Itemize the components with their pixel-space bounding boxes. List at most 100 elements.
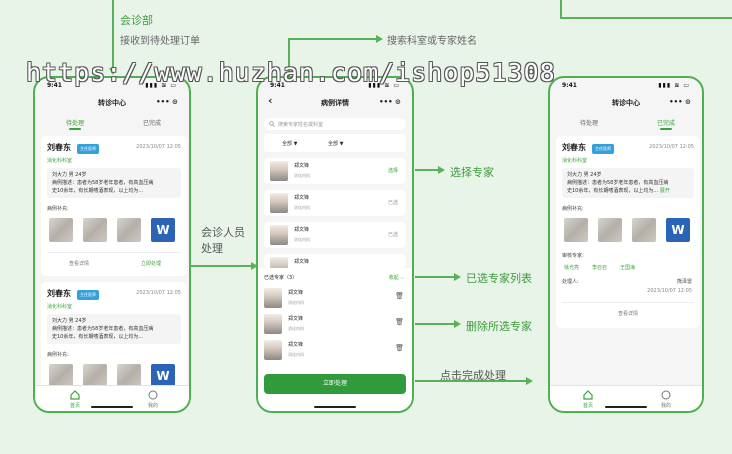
nav-home[interactable]: 首页: [568, 390, 608, 409]
collapse-toggle[interactable]: 收起 ⌵: [389, 274, 404, 281]
description-line: 史10余年，有长期嗜酒表现，以上均为...: [52, 188, 144, 194]
expert-row[interactable]: 郑文锋 消化内科 已选: [264, 222, 406, 248]
expert-name: 郑文锋: [288, 316, 304, 322]
doctor-name: 刘春东: [562, 143, 586, 152]
search-input[interactable]: 搜索专家姓名或科室: [264, 118, 406, 130]
expert-row[interactable]: 郑文锋: [264, 254, 406, 268]
connector-line: [560, 17, 732, 19]
description-line: 史10余年，有长期嗜酒表现，以上均为...: [52, 334, 144, 340]
expert-dept: 消化内科: [288, 300, 304, 305]
patient-info: 刘大力 男 24岁: [52, 172, 87, 178]
arrow-right-icon: [526, 377, 533, 385]
menu-capsule-icon[interactable]: ••• ⊙: [664, 96, 696, 108]
select-expert-button[interactable]: 选择: [388, 167, 398, 174]
case-image[interactable]: [632, 218, 656, 242]
tab-completed[interactable]: 已完成: [657, 118, 675, 127]
arrow-right-icon: [454, 273, 461, 281]
case-image[interactable]: [564, 218, 588, 242]
connector-line: [415, 323, 455, 325]
tab-pending[interactable]: 待处理: [580, 118, 598, 127]
bottom-nav: 首页 我的: [550, 385, 702, 411]
tab-bar: 待处理 已完成: [35, 114, 189, 132]
order-date: 2023/10/07 12:05: [136, 144, 181, 150]
patient-info: 刘大力 男 24岁: [567, 172, 602, 178]
divider: [562, 302, 694, 303]
signal-icon: ▮▮▮ ≋ ▭: [658, 82, 690, 89]
selected-status[interactable]: 已选: [388, 231, 398, 238]
phone-pending-list: 9:41 ▮▮▮ ≋ ▭ 转诊中心 ••• ⊙ 待处理 已完成 刘春东 主任医师…: [33, 76, 191, 413]
description-line: 病例描述：患者为58岁老年患者，有高血压病: [567, 180, 669, 186]
expert-dept: 消化内科: [288, 352, 304, 357]
expand-link[interactable]: 展开: [660, 188, 670, 194]
tab-pending[interactable]: 待处理: [66, 118, 84, 127]
filter-title[interactable]: 全部 ▼: [328, 140, 343, 147]
filter-bar: 全部 ▼ 全部 ▼: [264, 134, 406, 152]
home-icon: [583, 390, 593, 400]
expert-row[interactable]: 郑文锋 消化内科 已选: [264, 190, 406, 216]
case-image[interactable]: [83, 218, 107, 242]
home-icon: [70, 390, 80, 400]
selected-title: 已选专家（3）: [264, 275, 298, 281]
order-card[interactable]: 刘春东 主任医师 2023/10/07 12:05 消化科科室 刘大力 男 24…: [41, 282, 187, 392]
case-image[interactable]: [598, 218, 622, 242]
nav-mine-label: 我的: [660, 403, 671, 409]
doctor-name: 刘春东: [47, 143, 71, 152]
menu-capsule-icon[interactable]: ••• ⊙: [374, 96, 406, 108]
expert-name: 郑文锋: [288, 342, 304, 348]
annotation-selected-list: 已选专家列表: [466, 272, 532, 285]
home-indicator: [314, 406, 356, 408]
order-card[interactable]: 刘春东 主任医师 2023/10/07 12:05 消化科科室 刘大力 男 24…: [556, 136, 700, 328]
nav-home-label: 首页: [69, 403, 80, 409]
expert-avatar: [264, 288, 282, 308]
filter-department[interactable]: 全部 ▼: [282, 140, 297, 147]
case-image[interactable]: [49, 218, 73, 242]
home-indicator: [605, 406, 647, 408]
expert-name: 郑文锋: [288, 290, 304, 296]
view-detail-button[interactable]: 查看详情: [69, 260, 89, 267]
expert-avatar: [264, 340, 282, 360]
word-file-icon[interactable]: W: [151, 218, 175, 242]
expert-dept: 消化内科: [294, 173, 310, 178]
status-bar: 9:41 ▮▮▮ ≋ ▭: [550, 78, 702, 92]
expert-dept: 消化内科: [294, 237, 310, 242]
status-time: 9:41: [562, 82, 577, 89]
word-file-icon[interactable]: W: [666, 218, 690, 242]
phone-completed-list: 9:41 ▮▮▮ ≋ ▭ 转诊中心 ••• ⊙ 待处理 已完成 刘春东 主任医师…: [548, 76, 704, 413]
case-description: 刘大力 男 24岁 病例描述：患者为58岁老年患者，有高血压病 史10余年，有长…: [47, 314, 181, 344]
tab-completed[interactable]: 已完成: [143, 118, 161, 127]
process-now-button[interactable]: 立即处理: [141, 260, 161, 267]
nav-home-label: 首页: [582, 403, 593, 409]
nav-mine-label: 我的: [147, 403, 158, 409]
supplement-label: 病例补充:: [47, 352, 69, 358]
trash-icon[interactable]: 🗑: [395, 292, 404, 300]
connector-line: [288, 38, 376, 40]
supplement-label: 病例补充:: [562, 206, 584, 212]
nav-mine[interactable]: 我的: [646, 390, 686, 409]
submit-button[interactable]: 立即处理: [264, 374, 406, 394]
description-line: 病例描述：患者为58岁老年患者，有高血压病: [52, 326, 154, 332]
expert-name: 郑文锋: [294, 195, 310, 201]
expert-row[interactable]: 郑文锋 消化内科 选择: [264, 158, 406, 184]
order-card[interactable]: 刘春东 主任医师 2023/10/07 12:05 消化科科室 刘大力 男 24…: [41, 136, 187, 276]
order-date: 2023/10/07 12:05: [649, 144, 694, 150]
view-detail-button[interactable]: 查看详情: [618, 310, 638, 317]
department: 消化科科室: [47, 158, 73, 164]
title-badge: 主任医师: [77, 144, 99, 154]
selected-expert-row: 郑文锋 消化内科 🗑: [264, 338, 406, 362]
expert-avatar: [270, 161, 288, 181]
case-image[interactable]: [117, 218, 141, 242]
order-date: 2023/10/07 12:05: [136, 290, 181, 296]
tab-indicator: [69, 128, 81, 130]
trash-icon[interactable]: 🗑: [395, 318, 404, 326]
selected-status[interactable]: 已选: [388, 199, 398, 206]
nav-mine[interactable]: 我的: [133, 390, 173, 409]
reviewer-name: 王国海: [620, 265, 636, 271]
menu-capsule-icon[interactable]: ••• ⊙: [151, 96, 183, 108]
nav-bar: 转诊中心 ••• ⊙: [35, 92, 189, 112]
trash-icon[interactable]: 🗑: [395, 344, 404, 352]
arrow-right-icon: [376, 35, 383, 43]
back-icon[interactable]: ‹: [268, 94, 273, 107]
tab-bar: 待处理 已完成: [550, 114, 702, 132]
arrow-right-icon: [438, 166, 445, 174]
nav-home[interactable]: 首页: [55, 390, 95, 409]
